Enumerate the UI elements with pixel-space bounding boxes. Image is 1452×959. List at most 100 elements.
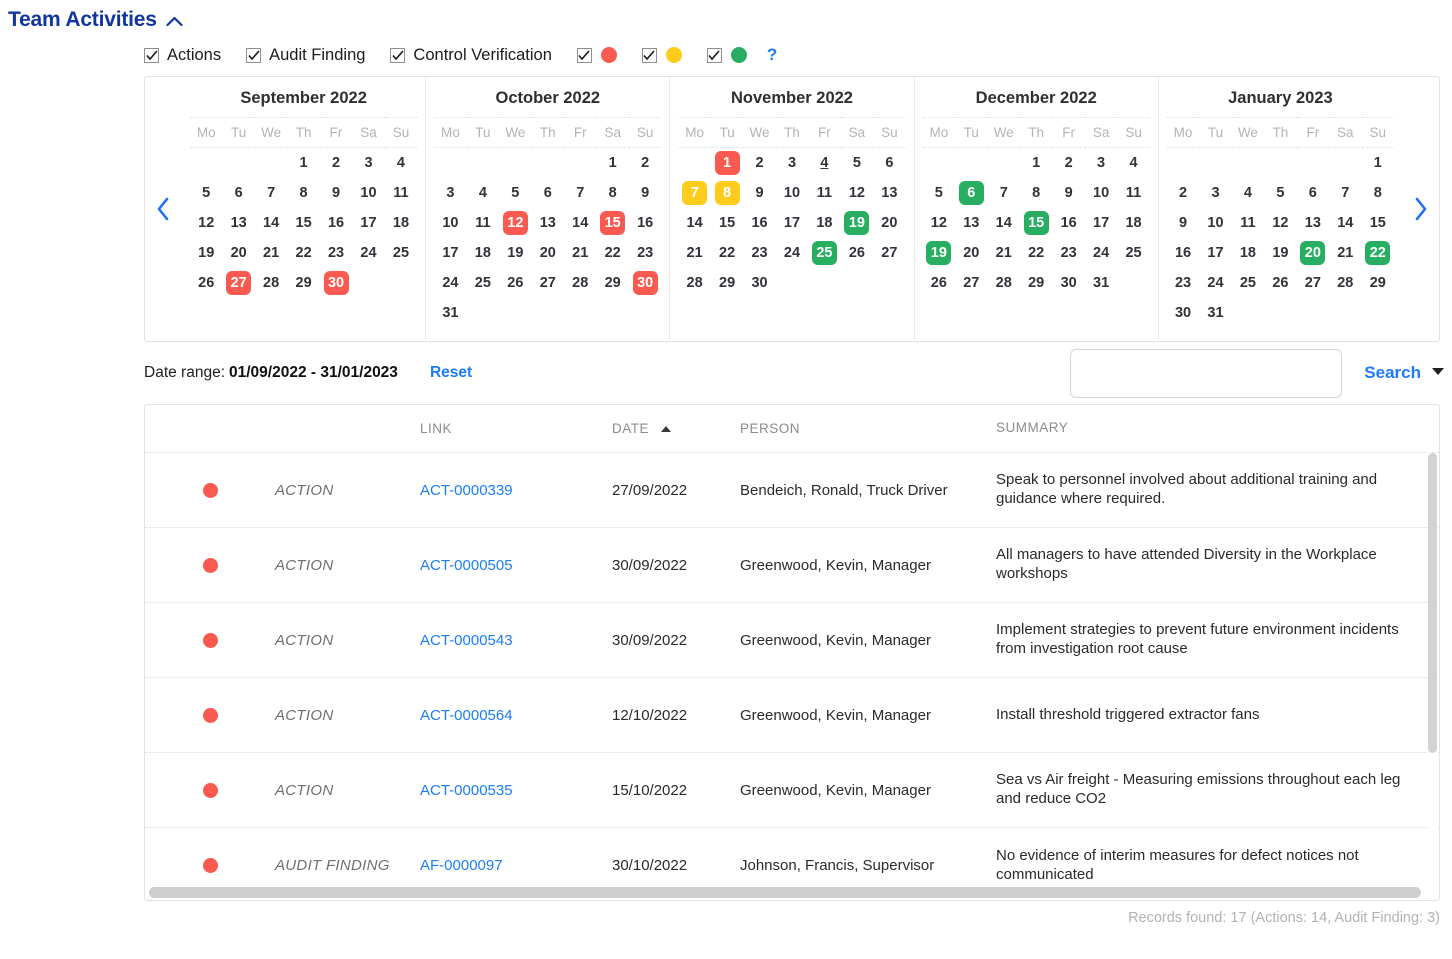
calendar-day-cell[interactable]: 18	[467, 238, 499, 268]
calendar-day[interactable]: 21	[568, 241, 593, 265]
calendar-day-cell[interactable]: 25	[1117, 238, 1149, 268]
calendar-day[interactable]: 7	[259, 181, 284, 205]
calendar-day[interactable]: 31	[1203, 301, 1228, 325]
calendar-day-cell[interactable]: 31	[1199, 298, 1231, 328]
calendar-day[interactable]: 17	[356, 211, 381, 235]
calendar-day[interactable]: 23	[747, 241, 772, 265]
calendar-day-cell[interactable]: 29	[1020, 268, 1052, 298]
calendar-day[interactable]: 7	[991, 181, 1016, 205]
calendar-day[interactable]: 9	[1171, 211, 1196, 235]
calendar-day-cell[interactable]: 25	[385, 238, 417, 268]
calendar-day-cell[interactable]: 2	[1167, 178, 1199, 208]
calendar-day-cell[interactable]: 19	[190, 238, 222, 268]
calendar-day-cell[interactable]: 11	[467, 208, 499, 238]
calendar-day[interactable]: 12	[1268, 211, 1293, 235]
calendar-day-cell[interactable]: 17	[776, 208, 808, 238]
calendar-day[interactable]: 4	[1121, 151, 1146, 175]
calendar-day-cell[interactable]: 22	[1020, 238, 1052, 268]
calendar-day[interactable]: 23	[324, 241, 349, 265]
calendar-day-marked[interactable]: 22	[1365, 241, 1390, 265]
calendar-day-cell[interactable]: 14	[255, 208, 287, 238]
calendar-day-cell[interactable]: 23	[1167, 268, 1199, 298]
calendar-day[interactable]: 25	[1235, 271, 1260, 295]
vertical-scrollbar-thumb[interactable]	[1428, 453, 1437, 753]
column-header-person[interactable]: PERSON	[740, 421, 996, 436]
calendar-day-marked[interactable]: 19	[926, 241, 951, 265]
calendar-day[interactable]: 29	[715, 271, 740, 295]
calendar-day-cell[interactable]: 22	[1362, 238, 1394, 268]
calendar-day[interactable]: 13	[226, 211, 251, 235]
calendar-day-cell[interactable]: 11	[808, 178, 840, 208]
calendar-day-cell[interactable]: 28	[678, 268, 710, 298]
calendar-day-cell[interactable]: 29	[1362, 268, 1394, 298]
calendar-day[interactable]: 9	[633, 181, 658, 205]
calendar-day-cell[interactable]: 21	[1329, 238, 1361, 268]
calendar-day[interactable]: 4	[470, 181, 495, 205]
calendar-day-cell[interactable]: 7	[1329, 178, 1361, 208]
calendar-day-cell[interactable]: 10	[1085, 178, 1117, 208]
calendar-day[interactable]: 4	[812, 151, 837, 175]
calendar-day[interactable]: 16	[1056, 211, 1081, 235]
calendar-day-cell[interactable]: 20	[1297, 238, 1329, 268]
calendar-day-cell[interactable]: 4	[385, 148, 417, 178]
row-link[interactable]: ACT-0000339	[420, 482, 513, 499]
calendar-day-cell[interactable]: 18	[1232, 238, 1264, 268]
calendar-day[interactable]: 3	[356, 151, 381, 175]
calendar-day-cell[interactable]: 13	[1297, 208, 1329, 238]
table-row[interactable]: ACTIONACT-000050530/09/2022Greenwood, Ke…	[145, 528, 1439, 603]
calendar-day[interactable]: 21	[682, 241, 707, 265]
filter-audit-finding[interactable]: Audit Finding	[246, 46, 365, 65]
calendar-day[interactable]: 29	[291, 271, 316, 295]
calendar-day-cell[interactable]: 12	[499, 208, 531, 238]
calendar-day-cell[interactable]: 8	[1362, 178, 1394, 208]
caret-down-icon[interactable]	[1432, 367, 1444, 379]
calendar-day-marked[interactable]: 30	[633, 271, 658, 295]
calendar-day[interactable]: 8	[600, 181, 625, 205]
calendar-day-cell[interactable]: 20	[873, 208, 905, 238]
calendar-day-cell[interactable]: 30	[320, 268, 352, 298]
calendar-day-cell[interactable]: 28	[255, 268, 287, 298]
calendar-day[interactable]: 4	[388, 151, 413, 175]
calendar-day[interactable]: 25	[470, 271, 495, 295]
calendar-day-cell[interactable]: 7	[988, 178, 1020, 208]
calendar-day[interactable]: 20	[226, 241, 251, 265]
calendar-day[interactable]: 27	[877, 241, 902, 265]
calendar-day-cell[interactable]: 3	[776, 148, 808, 178]
calendar-day-cell[interactable]: 30	[1167, 298, 1199, 328]
calendar-day[interactable]: 10	[779, 181, 804, 205]
calendar-day[interactable]: 26	[926, 271, 951, 295]
calendar-day[interactable]: 2	[324, 151, 349, 175]
calendar-day-cell[interactable]: 25	[1232, 268, 1264, 298]
calendar-day-marked[interactable]: 12	[503, 211, 528, 235]
calendar-day[interactable]: 20	[959, 241, 984, 265]
calendar-day-cell[interactable]: 7	[564, 178, 596, 208]
calendar-day-cell[interactable]: 9	[629, 178, 661, 208]
calendar-day-cell[interactable]: 20	[955, 238, 987, 268]
calendar-day-cell[interactable]: 3	[434, 178, 466, 208]
calendar-day[interactable]: 13	[535, 211, 560, 235]
calendar-day-cell[interactable]: 19	[499, 238, 531, 268]
checkbox-status-yellow[interactable]	[642, 48, 657, 63]
calendar-day-cell[interactable]: 6	[222, 178, 254, 208]
row-link[interactable]: AF-0000097	[420, 857, 503, 874]
calendar-day-cell[interactable]: 11	[1232, 208, 1264, 238]
calendar-day-cell[interactable]: 23	[629, 238, 661, 268]
row-link[interactable]: ACT-0000535	[420, 782, 513, 799]
calendar-day[interactable]: 4	[1235, 181, 1260, 205]
calendar-day-cell[interactable]: 25	[808, 238, 840, 268]
calendar-day-cell[interactable]: 10	[352, 178, 384, 208]
calendar-day[interactable]: 14	[991, 211, 1016, 235]
calendar-day[interactable]: 25	[1121, 241, 1146, 265]
table-row[interactable]: ACTIONACT-000033927/09/2022Bendeich, Ron…	[145, 453, 1439, 528]
calendar-day-cell[interactable]: 16	[1167, 238, 1199, 268]
calendar-day-marked[interactable]: 15	[1024, 211, 1049, 235]
calendar-day-cell[interactable]: 11	[385, 178, 417, 208]
calendar-day[interactable]: 12	[926, 211, 951, 235]
calendar-day[interactable]: 11	[470, 211, 495, 235]
calendar-day[interactable]: 2	[1171, 181, 1196, 205]
calendar-day-cell[interactable]: 1	[287, 148, 319, 178]
calendar-day[interactable]: 30	[1056, 271, 1081, 295]
calendar-day[interactable]: 16	[747, 211, 772, 235]
calendar-day[interactable]: 9	[747, 181, 772, 205]
vertical-scrollbar[interactable]	[1428, 453, 1437, 863]
